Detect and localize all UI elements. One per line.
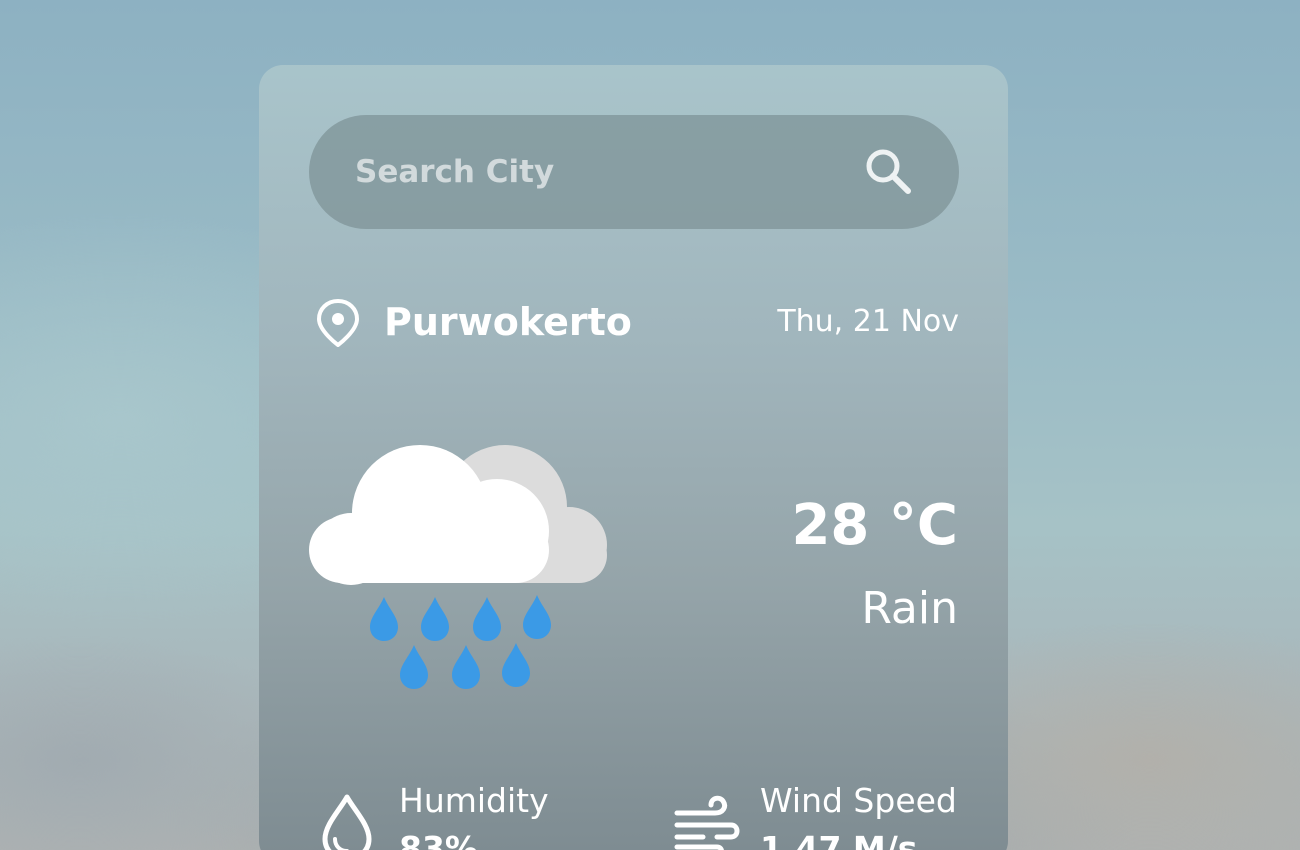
search-button[interactable] bbox=[859, 145, 919, 199]
wind-icon bbox=[674, 795, 740, 850]
city-name: Purwokerto bbox=[384, 300, 632, 344]
wind-speed-value: 1.47 M/s bbox=[760, 829, 918, 850]
humidity-drop-icon bbox=[322, 794, 372, 850]
rain-cloud-icon bbox=[309, 445, 607, 689]
search-icon bbox=[866, 149, 911, 194]
weather-card: Purwokerto Thu, 21 Nov 28 °C Rain bbox=[259, 65, 1008, 850]
humidity-value: 83% bbox=[399, 829, 478, 850]
map-pin-icon bbox=[317, 299, 359, 347]
search-input[interactable] bbox=[355, 115, 835, 229]
current-date: Thu, 21 Nov bbox=[777, 304, 959, 339]
search-bar bbox=[309, 115, 959, 229]
humidity-label: Humidity bbox=[399, 781, 549, 820]
wind-speed-label: Wind Speed bbox=[760, 781, 957, 820]
location-row: Purwokerto Thu, 21 Nov bbox=[313, 297, 959, 349]
weather-condition: Rain bbox=[861, 583, 958, 634]
temperature: 28 °C bbox=[791, 493, 958, 558]
